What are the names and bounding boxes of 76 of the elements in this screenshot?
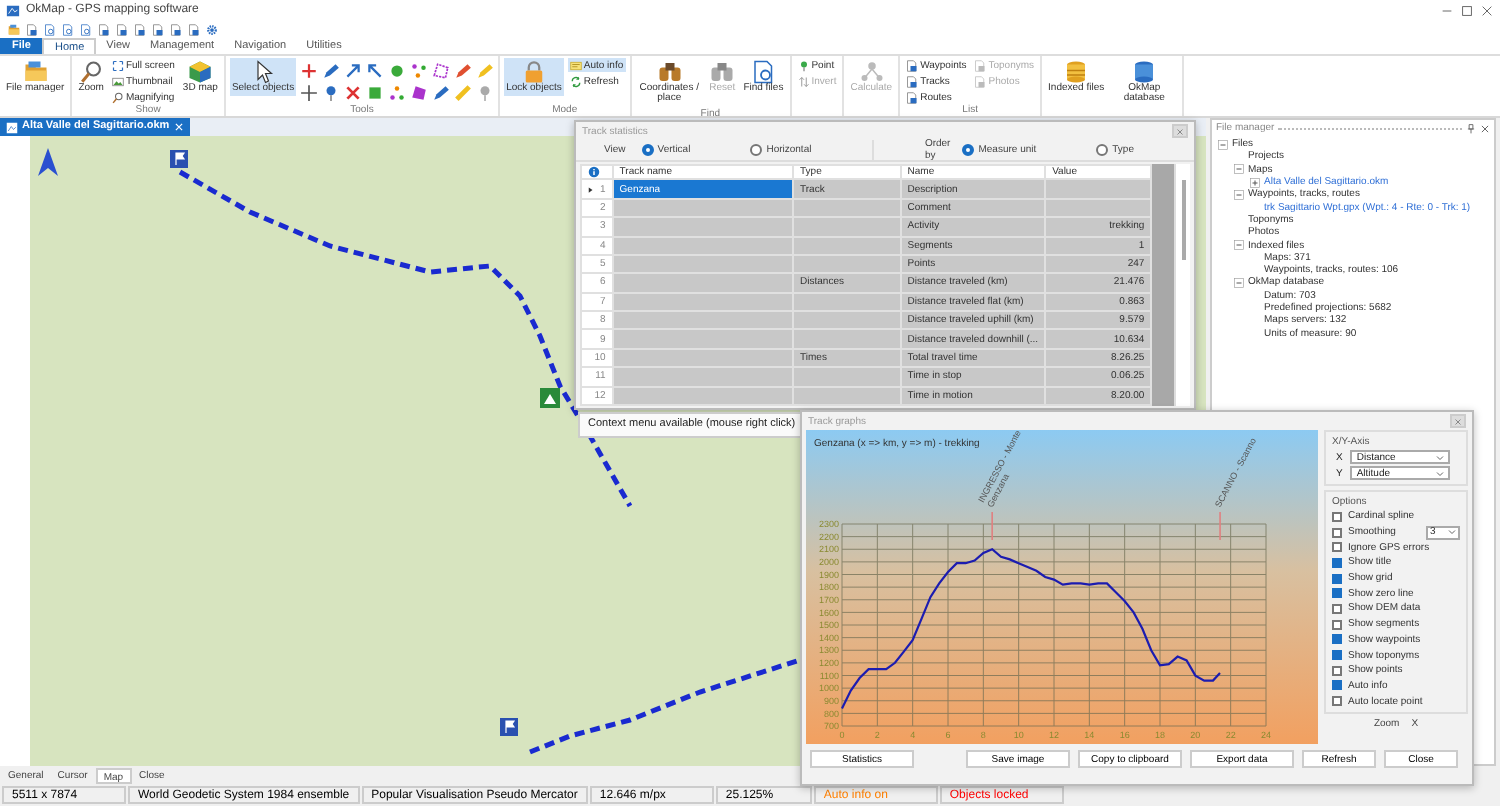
- checkbox[interactable]: [1332, 634, 1342, 645]
- minimize-icon: [1440, 4, 1454, 18]
- checkbox[interactable]: [1332, 619, 1342, 630]
- folder-icon: [23, 60, 48, 84]
- document-icon: [974, 59, 987, 71]
- expand-icon[interactable]: [1250, 177, 1260, 188]
- collapse-icon[interactable]: [1234, 277, 1244, 288]
- lock-icon: [521, 60, 546, 84]
- plus-icon[interactable]: [300, 62, 319, 80]
- refresh-icon: [569, 75, 582, 87]
- close-icon: [1480, 123, 1490, 133]
- dots-icon[interactable]: [410, 62, 429, 80]
- collapse-icon[interactable]: [1234, 240, 1244, 251]
- flag-icon: [170, 150, 188, 168]
- checkbox[interactable]: [1332, 527, 1342, 538]
- hut-icon: [540, 388, 560, 408]
- close-button[interactable]: [1450, 414, 1466, 428]
- cube-icon: [188, 60, 213, 84]
- database-icon: [1132, 60, 1157, 84]
- row-pointer-icon: [588, 185, 594, 194]
- arrow-icon[interactable]: [344, 62, 363, 80]
- document-icon: [906, 91, 919, 103]
- document-icon: [906, 59, 919, 71]
- note-icon: [569, 59, 582, 71]
- maximize-icon: [1460, 4, 1474, 18]
- binoculars-icon: [710, 60, 735, 84]
- magnifier-icon: [111, 91, 124, 103]
- gear-icon: [206, 24, 218, 36]
- move-icon[interactable]: [300, 84, 319, 102]
- waypoint-marker: [1219, 511, 1221, 541]
- dots-icon[interactable]: [388, 84, 407, 102]
- close-button[interactable]: [1172, 124, 1188, 138]
- pin-icon[interactable]: [322, 84, 341, 102]
- collapse-icon[interactable]: [1218, 139, 1228, 150]
- checkbox[interactable]: [1332, 603, 1342, 614]
- document-icon: [974, 75, 987, 87]
- collapse-icon[interactable]: [1234, 189, 1244, 200]
- collapse-icon[interactable]: [1234, 164, 1244, 175]
- checkbox[interactable]: [1332, 557, 1342, 568]
- checkbox[interactable]: [1332, 542, 1342, 553]
- caret-icon: [1448, 528, 1456, 537]
- scrollbar-thumb[interactable]: [1182, 180, 1187, 260]
- map-file-icon: [6, 121, 18, 133]
- pin-icon[interactable]: [476, 84, 495, 102]
- folder-icon: [8, 24, 20, 36]
- pin-icon: [797, 59, 810, 71]
- database-icon: [1064, 60, 1089, 84]
- checkbox[interactable]: [1332, 650, 1342, 661]
- pin-icon: [1466, 123, 1476, 133]
- flag-icon: [500, 718, 518, 736]
- swap-icon: [797, 75, 810, 87]
- north-arrow-icon: [38, 148, 58, 176]
- arrow-icon[interactable]: [366, 62, 385, 80]
- close-icon: [1454, 417, 1462, 425]
- checkbox[interactable]: [1332, 573, 1342, 584]
- close-icon: [173, 122, 184, 132]
- binoculars-icon: [657, 60, 682, 84]
- checkbox[interactable]: [1332, 665, 1342, 676]
- waypoint-marker: [991, 511, 993, 541]
- image-icon: [111, 75, 124, 87]
- checkbox[interactable]: [1332, 511, 1342, 522]
- file-search-icon: [751, 60, 776, 84]
- document-icon: [906, 75, 919, 87]
- cursor-icon: [251, 60, 275, 84]
- checkbox[interactable]: [1332, 696, 1342, 707]
- close-icon: [1480, 4, 1494, 18]
- checkbox[interactable]: [1332, 680, 1342, 691]
- cross-icon[interactable]: [344, 84, 363, 102]
- checkbox[interactable]: [1332, 588, 1342, 599]
- nodes-icon: [859, 60, 884, 84]
- dot-icon[interactable]: [388, 62, 407, 80]
- expand-icon: [111, 59, 124, 71]
- magnifier-icon: [79, 60, 104, 84]
- pencil-icon[interactable]: [322, 62, 341, 80]
- close-icon: [1176, 127, 1184, 135]
- square-icon[interactable]: [366, 84, 385, 102]
